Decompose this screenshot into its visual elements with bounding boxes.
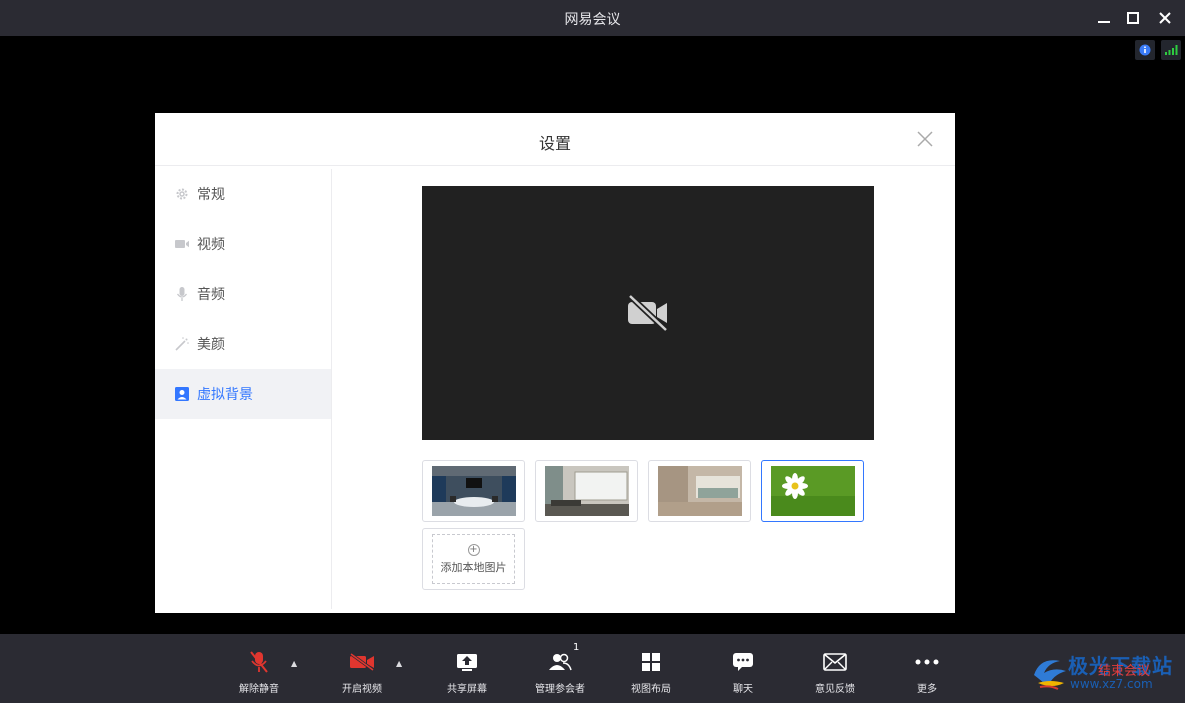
feedback-button[interactable]: 意见反馈 [810,650,860,698]
unmute-label: 解除静音 [239,684,279,695]
watermark-url: www.xz7.com [1070,677,1153,691]
meeting-room-image [432,466,516,516]
sidebar-item-label: 视频 [197,237,225,253]
audio-options-caret[interactable]: ▲ [291,659,297,668]
participant-count-badge: 1 [573,642,580,653]
minimize-button[interactable] [1094,8,1114,28]
mail-icon [810,650,860,674]
share-screen-button[interactable]: 共享屏幕 [442,650,492,698]
portrait-icon [175,387,189,401]
meeting-info-button[interactable] [1135,40,1155,60]
gear-icon [175,187,189,201]
close-window-button[interactable] [1155,8,1175,28]
grid-layout-icon [626,650,676,674]
background-thumb-library[interactable] [648,460,751,522]
more-button[interactable]: 更多 [907,650,947,698]
library-image [658,466,742,516]
start-video-button[interactable]: 开启视频 [337,650,387,698]
video-options-caret[interactable]: ▲ [396,659,402,668]
watermark-swirl-icon [1034,660,1066,690]
more-label: 更多 [917,684,937,695]
feedback-label: 意见反馈 [815,684,855,695]
network-status-button[interactable] [1161,40,1181,60]
sidebar-item-audio[interactable]: 音频 [155,269,331,319]
maximize-icon [1127,12,1139,24]
dialog-header: 设置 [155,113,955,166]
unmute-button[interactable]: 解除静音 [234,650,284,698]
info-icon [1139,44,1151,56]
settings-dialog: 设置 常规 视频 音频 美颜 虚拟背景 + 添加本地图片 [155,113,955,613]
dialog-title: 设置 [538,134,571,153]
sidebar-item-label: 常规 [197,187,225,203]
status-icons [1135,40,1181,60]
dialog-close-button[interactable] [917,131,933,147]
background-thumb-meeting-room[interactable] [422,460,525,522]
chat-button[interactable]: 聊天 [723,650,763,698]
layout-button[interactable]: 视图布局 [626,650,676,698]
daisy-image [771,466,855,516]
sidebar-item-virtual-background[interactable]: 虚拟背景 [155,369,331,419]
sidebar-item-label: 虚拟背景 [197,387,253,403]
microphone-muted-icon [234,650,284,674]
participants-icon [530,650,590,674]
close-icon [1159,12,1171,24]
add-local-image-button[interactable]: + 添加本地图片 [422,528,525,590]
close-icon [917,131,933,147]
sidebar-item-general[interactable]: 常规 [155,169,331,219]
settings-sidebar: 常规 视频 音频 美颜 虚拟背景 [155,169,332,609]
video-off-icon [337,650,387,674]
minimize-icon [1098,21,1110,23]
meeting-toolbar: 解除静音 ▲ 开启视频 ▲ 共享屏幕 管理参会者 1 视图布局 聊天 意见反馈 … [0,634,1185,703]
window-title: 网易会议 [564,12,621,28]
layout-label: 视图布局 [631,684,671,695]
background-thumb-daisy[interactable] [761,460,864,522]
sidebar-item-beauty[interactable]: 美颜 [155,319,331,369]
end-meeting-button[interactable]: 结束会议 [1098,660,1150,679]
magic-wand-icon [175,337,189,351]
more-icon [907,650,947,674]
chat-label: 聊天 [733,684,753,695]
video-camera-icon [175,237,189,251]
share-screen-icon [442,650,492,674]
chat-icon [723,650,763,674]
sidebar-item-video[interactable]: 视频 [155,219,331,269]
plus-icon: + [467,543,480,556]
sidebar-item-label: 美颜 [197,337,225,353]
maximize-button[interactable] [1123,8,1143,28]
sidebar-item-label: 音频 [197,287,225,303]
background-thumb-classroom[interactable] [535,460,638,522]
manage-participants-label: 管理参会者 [535,684,585,695]
add-local-image-label: 添加本地图片 [440,560,507,574]
classroom-image [545,466,629,516]
start-video-label: 开启视频 [342,684,382,695]
signal-icon [1165,45,1178,55]
share-screen-label: 共享屏幕 [447,684,487,695]
add-local-image-area: + 添加本地图片 [432,534,515,584]
camera-preview [422,186,874,440]
camera-off-icon [627,294,669,332]
microphone-icon [175,286,189,301]
title-bar: 网易会议 [0,0,1185,36]
manage-participants-button[interactable]: 管理参会者 [530,650,590,698]
